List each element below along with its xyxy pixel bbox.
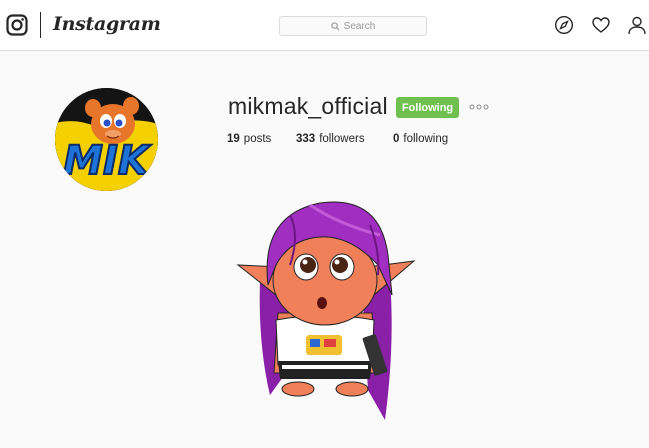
profile-avatar[interactable]: MIK — [55, 88, 158, 191]
compass-icon[interactable] — [554, 15, 574, 35]
mik-logo-avatar: MIK — [55, 88, 158, 191]
following-label: following — [403, 133, 449, 145]
followers-count: 333 — [296, 133, 316, 145]
search-placeholder: Search — [343, 20, 376, 32]
avatar-logo-text: MIK — [63, 138, 152, 184]
following-button[interactable]: Following — [396, 97, 459, 118]
instagram-camera-icon[interactable] — [6, 14, 28, 36]
person-icon[interactable] — [627, 15, 647, 35]
character-illustration[interactable] — [230, 195, 420, 423]
posts-stat: 19 posts — [227, 133, 296, 145]
followers-label: followers — [319, 133, 365, 145]
profile-stats: 19 posts 333 followers 0 following — [227, 133, 448, 145]
posts-count: 19 — [227, 133, 240, 145]
logo-divider — [40, 12, 41, 38]
search-icon — [330, 21, 340, 31]
search-input[interactable]: Search — [279, 16, 427, 36]
following-count: 0 — [393, 133, 400, 145]
instagram-wordmark[interactable]: Instagram — [53, 13, 161, 35]
following-stat[interactable]: 0 following — [393, 133, 448, 145]
more-options-icon[interactable] — [469, 100, 489, 114]
top-nav: Instagram Search — [0, 0, 649, 51]
followers-stat[interactable]: 333 followers — [296, 133, 393, 145]
heart-icon[interactable] — [591, 15, 611, 35]
posts-label: posts — [243, 133, 272, 145]
profile-username: mikmak_official — [228, 93, 388, 119]
